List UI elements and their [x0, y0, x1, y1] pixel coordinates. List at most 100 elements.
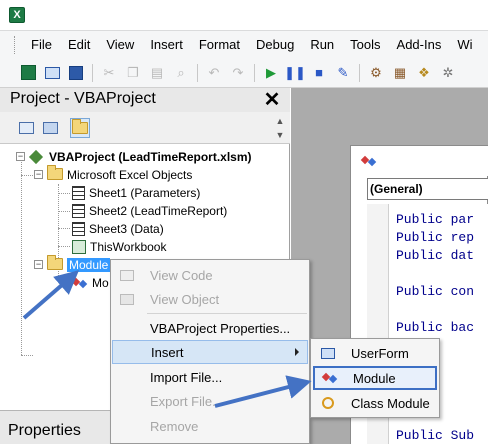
submenu-item-label: Module — [353, 370, 396, 386]
folder-icon — [47, 254, 63, 272]
tree-node-module1[interactable]: Mo — [72, 274, 109, 291]
menu-item-label: Import File... — [150, 369, 223, 385]
menu-tools[interactable]: Tools — [342, 32, 388, 58]
close-icon[interactable]: ✕ — [262, 90, 282, 110]
menu-debug[interactable]: Debug — [248, 32, 302, 58]
menu-edit[interactable]: Edit — [60, 32, 98, 58]
worksheet-icon — [72, 185, 85, 200]
view-object-icon[interactable] — [40, 118, 60, 138]
title-bar: X — [0, 0, 488, 30]
menu-insert[interactable]: Insert — [142, 32, 191, 58]
worksheet-icon — [72, 221, 85, 236]
insert-submenu: UserForm Module Class Module — [310, 338, 440, 418]
code-window-titlebar — [351, 146, 488, 176]
module-icon — [361, 154, 377, 171]
find-icon[interactable]: ⌕ — [171, 63, 191, 83]
vba-project-icon — [29, 150, 45, 164]
tree-node-thisworkbook[interactable]: ThisWorkbook — [72, 238, 166, 255]
menu-item-import-file[interactable]: Import File... — [112, 365, 308, 389]
tree-label: Sheet1 (Parameters) — [89, 185, 201, 200]
menu-icon-slot — [112, 365, 142, 389]
menu-icon-slot — [112, 414, 142, 438]
collapse-icon[interactable]: − — [16, 152, 25, 161]
toolbar-overflow-icon[interactable]: ▲ ▼ — [274, 114, 286, 142]
menu-icon-slot — [113, 340, 143, 364]
cut-icon[interactable]: ✂ — [99, 63, 119, 83]
view-excel-icon[interactable] — [18, 63, 38, 83]
code-line: Public rep — [396, 230, 475, 245]
menu-run[interactable]: Run — [302, 32, 342, 58]
menu-item-export-file[interactable]: Export File... — [112, 389, 308, 413]
project-explorer-toolbar: ▲ ▼ — [0, 112, 290, 144]
menu-item-view-code[interactable]: View Code — [112, 263, 308, 287]
tree-connector — [21, 175, 33, 176]
code-line: Public par — [396, 212, 475, 227]
tree-node-project[interactable]: − VBAProject (LeadTimeReport.xlsm) — [16, 148, 252, 165]
object-browser-icon[interactable]: ❖ — [414, 63, 434, 83]
menu-icon-slot — [112, 316, 142, 340]
worksheet-icon — [72, 203, 85, 218]
project-explorer-icon[interactable]: ⚙ — [366, 63, 386, 83]
submenu-item-class-module[interactable]: Class Module — [313, 391, 437, 415]
collapse-icon[interactable]: − — [34, 170, 43, 179]
tree-label: VBAProject (LeadTimeReport.xlsm) — [49, 149, 252, 164]
object-combo[interactable]: (General) — [367, 178, 488, 200]
code-line: Public bac — [396, 320, 475, 335]
menu-view[interactable]: View — [98, 32, 142, 58]
save-icon[interactable] — [66, 63, 86, 83]
tree-node-excel-objects[interactable]: − Microsoft Excel Objects — [34, 164, 192, 183]
code-line: Public Sub — [396, 428, 475, 443]
tree-node-sheet3[interactable]: Sheet3 (Data) — [72, 220, 164, 237]
run-icon[interactable]: ▶ — [261, 63, 281, 83]
insert-userform-icon[interactable] — [42, 63, 62, 83]
tree-node-sheet2[interactable]: Sheet2 (LeadTimeReport) — [72, 202, 227, 219]
standard-toolbar: ✂ ❐ ▤ ⌕ ↶ ↷ ▶ ❚❚ ■ ✎ ⚙ ▦ ❖ ✲ — [0, 58, 488, 88]
menu-format[interactable]: Format — [191, 32, 248, 58]
excel-icon[interactable]: X — [9, 7, 25, 23]
design-mode-icon[interactable]: ✎ — [333, 63, 353, 83]
tree-connector — [58, 211, 70, 212]
menu-item-view-object[interactable]: View Object — [112, 287, 308, 311]
tree-node-sheet1[interactable]: Sheet1 (Parameters) — [72, 184, 200, 201]
menu-item-label: Remove — [150, 418, 199, 434]
menu-add-ins[interactable]: Add-Ins — [389, 32, 450, 58]
submenu-item-userform[interactable]: UserForm — [313, 341, 437, 365]
menu-window[interactable]: Wi — [449, 32, 480, 58]
paste-icon[interactable]: ▤ — [147, 63, 167, 83]
toolbar-divider — [359, 63, 360, 82]
code-line: Public con — [396, 284, 475, 299]
toolbar-divider — [197, 63, 198, 82]
undo-icon[interactable]: ↶ — [204, 63, 224, 83]
redo-icon[interactable]: ↷ — [228, 63, 248, 83]
tree-connector — [58, 228, 70, 229]
break-icon[interactable]: ❚❚ — [284, 63, 306, 83]
submenu-item-module[interactable]: Module — [313, 366, 437, 390]
tree-label: Sheet3 (Data) — [89, 221, 164, 236]
menu-file[interactable]: File — [23, 32, 60, 58]
collapse-icon[interactable]: − — [34, 260, 43, 269]
copy-icon[interactable]: ❐ — [123, 63, 143, 83]
tree-label: ThisWorkbook — [90, 239, 167, 254]
module-icon — [72, 276, 88, 290]
class-module-icon — [313, 391, 343, 415]
toggle-folders-icon[interactable] — [70, 118, 90, 138]
tree-connector — [58, 246, 70, 247]
project-explorer-title: Project - VBAProject — [10, 90, 156, 107]
module-icon — [315, 366, 345, 390]
folder-icon — [47, 164, 63, 182]
toolbar-divider — [254, 63, 255, 82]
workbook-icon — [72, 239, 86, 254]
properties-window-icon[interactable]: ▦ — [390, 63, 410, 83]
tree-label: Module — [67, 257, 111, 272]
tree-node-modules[interactable]: − Module — [34, 254, 111, 273]
toolbox-icon[interactable]: ✲ — [438, 63, 458, 83]
menu-item-remove[interactable]: Remove — [112, 414, 308, 438]
view-code-icon[interactable] — [16, 118, 36, 138]
reset-icon[interactable]: ■ — [309, 63, 329, 83]
menu-item-label: View Object — [150, 291, 220, 307]
menu-separator — [147, 313, 307, 314]
submenu-item-label: Class Module — [351, 395, 430, 411]
menu-item-insert[interactable]: Insert — [112, 340, 308, 364]
menu-item-project-properties[interactable]: VBAProject Properties... — [112, 316, 308, 340]
menu-grip[interactable] — [14, 35, 17, 54]
